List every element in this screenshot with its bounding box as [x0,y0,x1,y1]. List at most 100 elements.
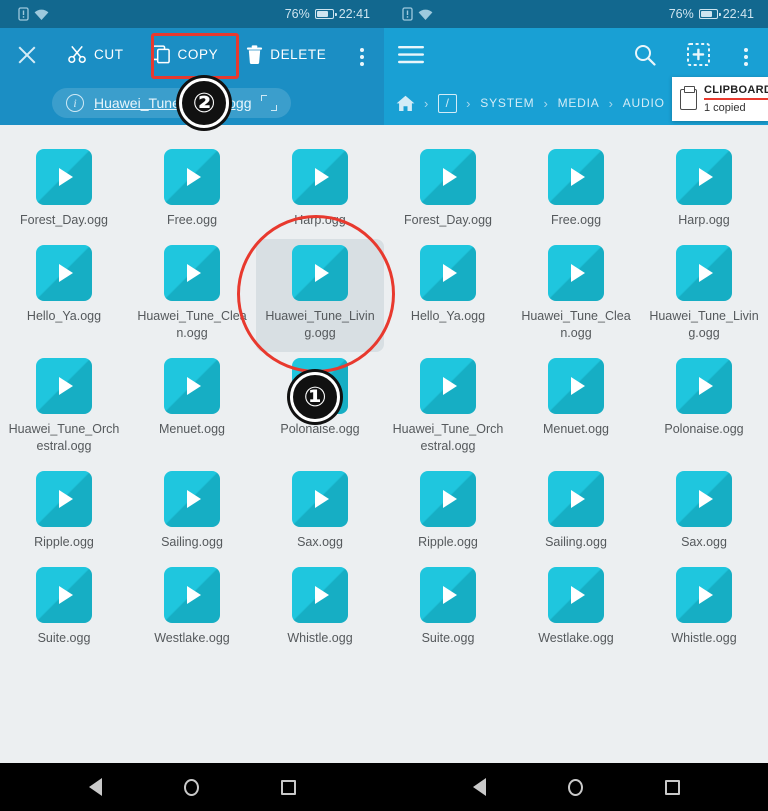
file-grid-item[interactable]: Sailing.ogg [512,465,640,561]
audio-file-icon [292,471,348,527]
file-name-label: Whistle.ogg [671,631,737,645]
file-grid-item[interactable]: Ripple.ogg [384,465,512,561]
more-options-icon[interactable] [360,48,364,66]
file-grid-item[interactable]: Forest_Day.ogg [384,143,512,239]
file-grid-item[interactable]: Polonaise.ogg [256,352,384,465]
play-triangle-icon [315,490,329,508]
file-grid-item[interactable]: Westlake.ogg [128,561,256,657]
nav-group-right [384,763,768,811]
audio-file-icon [292,245,348,301]
breadcrumb-item-audio[interactable]: AUDIO [623,96,665,110]
right-app-panel: › / › SYSTEM › MEDIA › AUDIO Forest_Day.… [384,28,768,763]
file-grid-item[interactable]: Free.ogg [512,143,640,239]
copy-button[interactable]: COPY [151,45,219,64]
file-name-label: Ripple.ogg [418,535,478,549]
audio-file-icon [36,149,92,205]
file-grid-item[interactable]: Huawei_Tune_Living.ogg [256,239,384,352]
back-icon[interactable] [88,778,102,796]
file-grid-item[interactable]: Westlake.ogg [512,561,640,657]
file-grid-item[interactable]: Forest_Day.ogg [0,143,128,239]
file-grid-item[interactable]: Free.ogg [128,143,256,239]
file-grid-item[interactable]: Sailing.ogg [128,465,256,561]
breadcrumb-item-media[interactable]: MEDIA [558,96,600,110]
file-grid-item[interactable]: Huawei_Tune_Orchestral.ogg [0,352,128,465]
home-icon[interactable] [183,778,199,796]
right-file-grid-area[interactable]: Forest_Day.ogg Free.ogg Harp.ogg Hello_Ya.o… [384,125,768,763]
play-triangle-icon [699,264,713,282]
file-name-label: Hello_Ya.ogg [26,309,102,323]
audio-file-icon [420,471,476,527]
browser-toolbar [384,28,768,81]
breadcrumb-separator: › [543,95,549,111]
status-bar-left: 76% 22:41 [0,0,384,28]
file-name-label: Suite.ogg [421,631,475,645]
more-options-icon[interactable] [744,48,748,66]
file-grid-item[interactable]: Hello_Ya.ogg [0,239,128,352]
file-grid-item[interactable]: Polonaise.ogg [640,352,768,465]
file-name-label: Polonaise.ogg [280,422,360,436]
play-triangle-icon [443,377,457,395]
play-triangle-icon [59,586,73,604]
breadcrumb: › / › SYSTEM › MEDIA › AUDIO [396,93,665,113]
clipboard-count-label: 1 copied [704,101,746,114]
breadcrumb-item-system[interactable]: SYSTEM [480,96,534,110]
file-grid-item[interactable]: Suite.ogg [384,561,512,657]
file-grid-item[interactable]: Whistle.ogg [256,561,384,657]
multi-select-icon[interactable] [687,43,710,66]
close-icon[interactable] [14,42,40,68]
recents-icon[interactable] [280,779,296,795]
copy-label: COPY [177,47,219,62]
file-grid-item[interactable]: Huawei_Tune_Orchestral.ogg [384,352,512,465]
audio-file-icon [548,471,604,527]
left-file-grid-area[interactable]: Forest_Day.ogg Free.ogg Harp.ogg Hello_Ya.o… [0,125,384,763]
wifi-icon [418,9,433,20]
file-grid-item[interactable]: Whistle.ogg [640,561,768,657]
status-right-left-panel: 76% 22:41 [285,0,370,28]
file-grid-item[interactable]: Huawei_Tune_Clean.ogg [128,239,256,352]
file-name-label: Ripple.ogg [34,535,94,549]
play-triangle-icon [571,377,585,395]
copy-icon [151,45,170,64]
breadcrumb-separator: › [466,95,472,111]
play-triangle-icon [187,586,201,604]
breadcrumb-separator: › [608,95,614,111]
play-triangle-icon [187,168,201,186]
file-name-label: Hello_Ya.ogg [410,309,486,323]
file-grid-item[interactable]: Sax.ogg [640,465,768,561]
file-grid-item[interactable]: Sax.ogg [256,465,384,561]
file-grid-item[interactable]: Ripple.ogg [0,465,128,561]
audio-file-icon [164,567,220,623]
file-name-label: Sailing.ogg [161,535,223,549]
file-name-label: Huawei_Tune_Orchestral.ogg [392,422,504,453]
file-name-label: Sailing.ogg [545,535,607,549]
audio-file-icon [36,471,92,527]
system-navigation-bar [0,763,768,811]
file-grid-item[interactable]: Harp.ogg [256,143,384,239]
file-grid-item[interactable]: Suite.ogg [0,561,128,657]
back-icon[interactable] [472,778,486,796]
delete-button[interactable]: DELETE [246,45,326,64]
info-icon[interactable]: i [66,94,84,112]
expand-icon[interactable] [261,95,278,111]
file-grid-item[interactable]: Hello_Ya.ogg [384,239,512,352]
hamburger-menu-icon[interactable] [398,45,424,64]
file-grid-item[interactable]: Huawei_Tune_Living.ogg [640,239,768,352]
file-name-label: Polonaise.ogg [664,422,744,436]
file-grid-item[interactable]: Huawei_Tune_Clean.ogg [512,239,640,352]
file-grid-item[interactable]: Harp.ogg [640,143,768,239]
clipboard-toast[interactable]: CLIPBOARD 1 copied [672,77,768,121]
file-grid-item[interactable]: Menuet.ogg [512,352,640,465]
search-icon[interactable] [634,44,656,66]
trash-icon [247,45,263,64]
cut-button[interactable]: CUT [68,45,124,64]
cut-label: CUT [94,47,124,62]
home-icon[interactable] [396,95,415,112]
file-name-label: Free.ogg [550,213,602,227]
file-info-pill[interactable]: i Huawei_Tune_Living.ogg [52,88,292,118]
audio-file-icon [164,245,220,301]
home-icon[interactable] [567,778,583,796]
recents-icon[interactable] [664,779,680,795]
play-triangle-icon [59,264,73,282]
file-grid-item[interactable]: Menuet.ogg [128,352,256,465]
breadcrumb-item-root[interactable]: / [438,93,458,113]
